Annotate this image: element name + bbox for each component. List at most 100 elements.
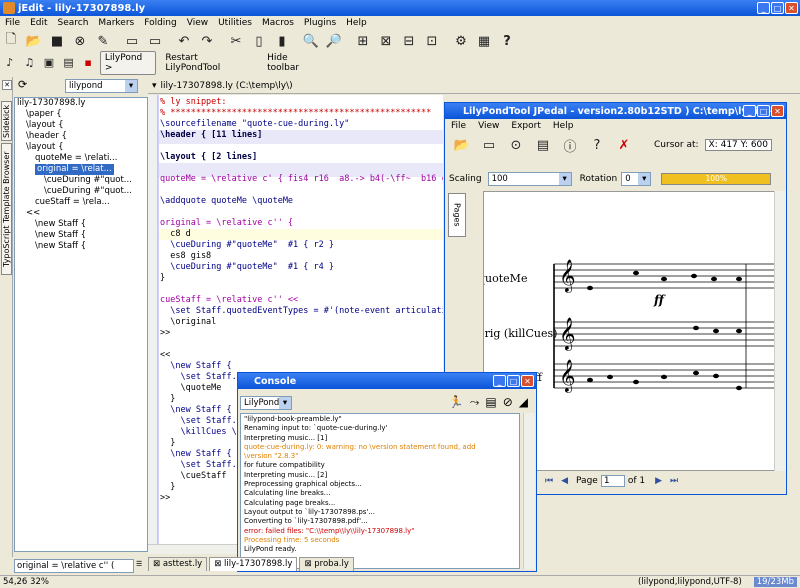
info-icon[interactable]: ⓘ — [559, 136, 581, 155]
buffer-switcher-icon[interactable]: ▾ — [152, 81, 157, 91]
tree-node[interactable]: \header { — [15, 131, 147, 142]
jpedal-menu-export[interactable]: Export — [505, 121, 546, 131]
new-file-icon[interactable]: 🗋 — [2, 32, 20, 50]
split-horizontal-icon[interactable]: ⊟ — [400, 32, 418, 50]
tab-sidekick[interactable]: Sidekick — [1, 101, 12, 141]
global-options-icon[interactable]: ▦ — [475, 32, 493, 50]
console-shell-select[interactable]: LilyPond — [240, 396, 292, 410]
help-pdf-icon[interactable]: ? — [586, 136, 608, 154]
structure-tree[interactable]: lily-17307898.ly \paper {\layout {\header… — [14, 97, 148, 552]
binoculars-icon[interactable]: ⊙ — [505, 136, 527, 154]
menu-view[interactable]: View — [182, 18, 213, 28]
menu-edit[interactable]: Edit — [25, 18, 52, 28]
buffer-tab[interactable]: ⊠ lily-17307898.ly — [209, 557, 298, 571]
console-scrollbar[interactable] — [523, 413, 535, 569]
stop-icon[interactable]: ⊘ — [503, 395, 513, 410]
page-number-field[interactable]: 1 — [600, 475, 625, 487]
document-properties-icon[interactable]: ▤ — [532, 136, 554, 154]
prev-page-button[interactable]: ◀ — [561, 476, 568, 486]
jpedal-menu-help[interactable]: Help — [547, 121, 580, 131]
find-replace-icon[interactable]: 🔎 — [325, 32, 343, 50]
tree-node[interactable]: \layout { — [15, 120, 147, 131]
redo-icon[interactable]: ↷ — [198, 32, 216, 50]
copy-output-icon[interactable]: ▤ — [485, 395, 496, 410]
tree-filter-field[interactable]: original = \relative c'' ( — [14, 559, 134, 573]
lilypond-menu-button[interactable]: LilyPond > — [99, 50, 157, 75]
help-icon[interactable]: ? — [498, 32, 516, 50]
jpedal-close-button[interactable]: ✕ — [771, 105, 784, 117]
first-page-button[interactable]: ⏮ — [545, 476, 553, 486]
print-pdf-icon[interactable]: ▭ — [478, 136, 500, 154]
tree-node[interactable]: \cueDuring #"quot... — [15, 186, 147, 197]
run-icon[interactable]: 🏃 — [449, 395, 464, 410]
split-icon[interactable]: ⊞ — [354, 32, 372, 50]
run-to-icon[interactable]: ⤳ — [470, 395, 480, 410]
close-buffer-icon[interactable]: ⊗ — [71, 32, 89, 50]
tree-node[interactable]: \new Staff { — [15, 230, 147, 241]
tree-node[interactable]: \new Staff { — [15, 219, 147, 230]
pencil-icon[interactable]: ✎ — [94, 32, 112, 50]
copy-icon[interactable]: ▯ — [250, 32, 268, 50]
console-output[interactable]: "lilypond-book-preamble.ly" Renaming inpu… — [240, 413, 520, 569]
unsplit-icon[interactable]: ⊠ — [377, 32, 395, 50]
jpedal-menu-file[interactable]: File — [445, 121, 472, 131]
tree-node[interactable]: \paper { — [15, 109, 147, 120]
lilypond-icon-1[interactable]: ♪ — [2, 55, 18, 71]
print-preview-icon[interactable]: ▭ — [146, 32, 164, 50]
tree-node[interactable]: cueStaff = \rela... — [15, 197, 147, 208]
tree-node[interactable]: \layout { — [15, 142, 147, 153]
jpedal-menu-view[interactable]: View — [472, 121, 505, 131]
open-pdf-icon[interactable]: 📂 — [451, 136, 473, 154]
tree-node[interactable]: original = \relat... — [15, 164, 147, 175]
menu-macros[interactable]: Macros — [257, 18, 299, 28]
lilypond-icon-4[interactable]: ▤ — [61, 55, 77, 71]
menu-markers[interactable]: Markers — [93, 18, 139, 28]
buffer-tab[interactable]: ⊠ asttest.ly — [148, 557, 208, 571]
open-file-icon[interactable]: 📂 — [25, 32, 43, 50]
plugin-manager-icon[interactable]: ⚙ — [452, 32, 470, 50]
print-icon[interactable]: ▭ — [123, 32, 141, 50]
last-page-button[interactable]: ⏭ — [670, 476, 678, 486]
rotation-select[interactable]: 0 — [621, 172, 652, 186]
scaling-select[interactable]: 100 — [487, 172, 572, 186]
buffer-tab[interactable]: ⊠ proba.ly — [299, 557, 354, 571]
tree-node[interactable]: \cueDuring #"quot... — [15, 175, 147, 186]
menu-folding[interactable]: Folding — [139, 18, 182, 28]
minimize-button[interactable]: _ — [757, 2, 770, 14]
close-button[interactable]: ✕ — [785, 2, 798, 14]
tree-node[interactable]: \new Staff { — [15, 241, 147, 252]
lilypond-icon-2[interactable]: ♫ — [22, 55, 38, 71]
fold-gutter[interactable] — [148, 95, 158, 550]
clear-icon[interactable]: ◢ — [519, 395, 528, 410]
split-vertical-icon[interactable]: ⊡ — [423, 32, 441, 50]
menu-help[interactable]: Help — [341, 18, 372, 28]
jpedal-maximize-button[interactable]: □ — [757, 105, 770, 117]
cut-icon[interactable]: ✂ — [227, 32, 245, 50]
restart-lilypondtool-button[interactable]: Restart LilyPondTool — [160, 51, 258, 75]
menu-file[interactable]: File — [0, 18, 25, 28]
dock-close-icon[interactable]: ✕ — [2, 80, 12, 90]
save-icon[interactable]: ■ — [48, 32, 66, 50]
tree-node[interactable]: << — [15, 208, 147, 219]
tree-node[interactable]: lily-17307898.ly — [15, 98, 147, 109]
menu-plugins[interactable]: Plugins — [299, 18, 341, 28]
console-maximize-button[interactable]: □ — [507, 375, 520, 387]
next-page-button[interactable]: ▶ — [655, 476, 662, 486]
maximize-button[interactable]: □ — [771, 2, 784, 14]
paste-icon[interactable]: ▮ — [273, 32, 291, 50]
pdf-vertical-scrollbar[interactable] — [774, 191, 786, 471]
find-icon[interactable]: 🔍 — [302, 32, 320, 50]
console-close-button[interactable]: ✕ — [521, 375, 534, 387]
jpedal-minimize-button[interactable]: _ — [743, 105, 756, 117]
pages-tab[interactable]: Pages — [448, 193, 466, 237]
menu-utilities[interactable]: Utilities — [213, 18, 257, 28]
tab-typoscript-browser[interactable]: TypoScript Template Browser — [1, 143, 12, 275]
hide-toolbar-button[interactable]: Hide toolbar — [262, 51, 326, 75]
menu-search[interactable]: Search — [53, 18, 94, 28]
console-minimize-button[interactable]: _ — [493, 375, 506, 387]
mode-select[interactable]: lilypond — [65, 79, 138, 93]
refresh-icon[interactable]: ⟳ — [18, 78, 34, 94]
lilypond-icon-3[interactable]: ▣ — [41, 55, 57, 71]
undo-icon[interactable]: ↶ — [175, 32, 193, 50]
tree-node[interactable]: quoteMe = \relati... — [15, 153, 147, 164]
